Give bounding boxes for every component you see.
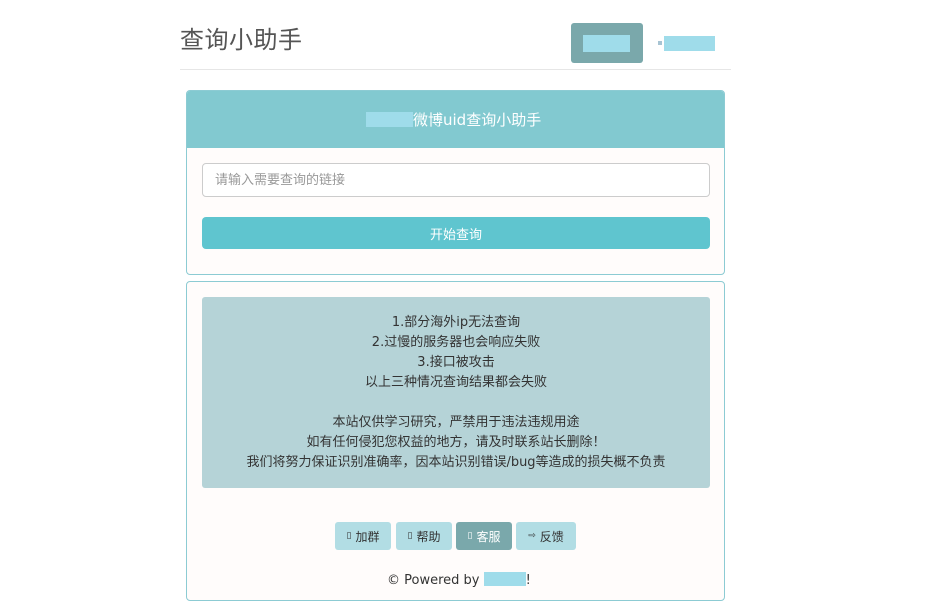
notice-line: 我们将努力保证识别准确率，因本站识别错误/bug等造成的损失概不负责: [246, 455, 666, 470]
redacted-label: [664, 36, 715, 51]
info-panel: 1.部分海外ip无法查询 2.过慢的服务器也会响应失败 3.接口被攻击 以上三种…: [186, 281, 725, 601]
notice-line: 3.接口被攻击: [417, 355, 495, 370]
link-input[interactable]: [202, 163, 710, 197]
redacted-label: [583, 35, 630, 52]
support-icon: ▯: [467, 531, 473, 541]
footer-suffix: !: [525, 573, 531, 588]
site-header: 查询小助手: [180, 0, 731, 70]
customer-service-button[interactable]: ▯ 客服: [456, 522, 512, 550]
notice-line: 以上三种情况查询结果都会失败: [364, 375, 547, 390]
group-icon: ▯: [346, 531, 352, 541]
footer-prefix: © Powered by: [387, 573, 484, 588]
bullet-icon: [658, 41, 662, 45]
footer-credit: © Powered by !: [387, 572, 531, 590]
button-label: 加群: [355, 529, 380, 544]
notice-line: 1.部分海外ip无法查询: [391, 315, 521, 330]
start-query-button[interactable]: 开始查询: [202, 217, 710, 249]
nav-item-active[interactable]: [571, 23, 643, 63]
redacted-label: [483, 572, 526, 586]
action-buttons: ▯ 加群 ▯ 帮助 ▯ 客服 ⇨ 反馈: [335, 522, 595, 551]
help-icon: ▯: [407, 531, 413, 541]
redacted-label: [366, 112, 413, 127]
notice-box: 1.部分海外ip无法查询 2.过慢的服务器也会响应失败 3.接口被攻击 以上三种…: [202, 297, 710, 488]
button-label: 客服: [476, 529, 501, 544]
notice-spacer: [202, 393, 710, 413]
panel-heading-title: 微博uid查询小助手: [413, 111, 542, 129]
button-label: 帮助: [416, 529, 441, 544]
page-container: 查询小助手 微博uid查询小助手 开始查询 1.部分海外ip无法查询 2.过慢的…: [180, 0, 731, 601]
notice-line: 本站仅供学习研究，严禁用于违法违规用途: [332, 415, 580, 430]
join-group-button[interactable]: ▯ 加群: [335, 522, 391, 550]
feedback-icon: ⇨: [528, 531, 536, 541]
help-button[interactable]: ▯ 帮助: [396, 522, 452, 550]
feedback-button[interactable]: ⇨ 反馈: [516, 522, 576, 550]
query-panel: 微博uid查询小助手 开始查询: [186, 90, 725, 275]
nav-item-link[interactable]: [658, 34, 718, 52]
site-title: 查询小助手: [180, 26, 303, 54]
button-label: 反馈: [539, 529, 564, 544]
notice-line: 如有任何侵犯您权益的地方，请及时联系站长删除！: [306, 435, 606, 450]
panel-heading: 微博uid查询小助手: [187, 91, 724, 148]
notice-line: 2.过慢的服务器也会响应失败: [371, 335, 541, 350]
